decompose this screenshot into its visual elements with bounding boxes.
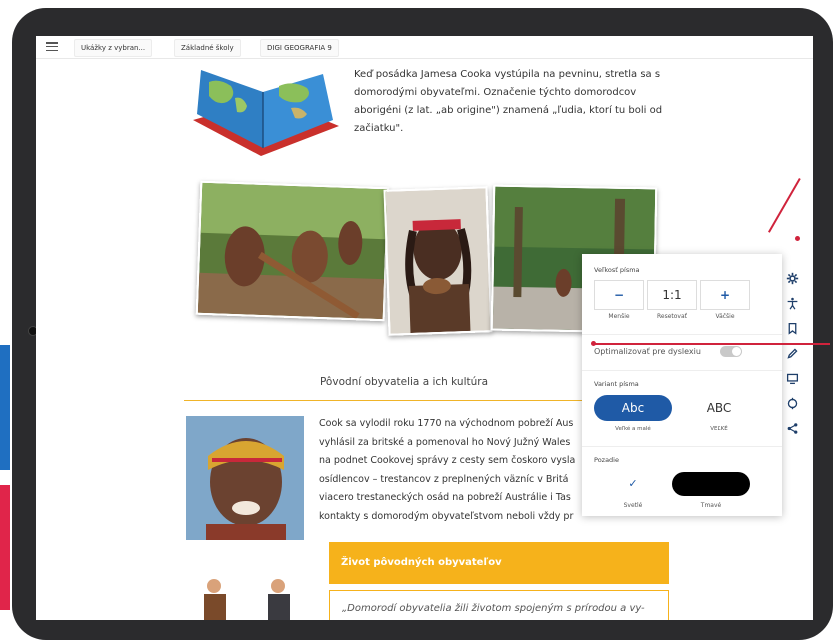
- background-light-button[interactable]: ✓: [594, 472, 672, 496]
- app-screen: Ukážky z vybran... Základné školy DIGI G…: [36, 36, 813, 620]
- variant-mixed-case-button[interactable]: Abc: [594, 395, 672, 421]
- body-line: viacero trestaneckých osád na pobreží Au…: [319, 492, 571, 503]
- accessibility-icon[interactable]: [780, 291, 804, 315]
- tab-digi-geografia[interactable]: DIGI GEOGRAFIA 9: [260, 39, 339, 57]
- body-line: kontakty s domorodým obyvateľstvom nebol…: [319, 510, 574, 522]
- tab-ukazky[interactable]: Ukážky z vybran...: [74, 39, 153, 57]
- panel-divider: [582, 334, 782, 335]
- accessibility-settings-panel: Veľkosť písma − 1:1 + Menšie Resetovať V…: [582, 254, 782, 516]
- page-content: Keď posádka Jamesa Cooka vystúpila na pe…: [36, 58, 813, 620]
- body-line: osídlencov – trestancov z preplnených vä…: [319, 473, 569, 485]
- variant-upper-caption: VEĽKÉ: [710, 426, 728, 432]
- increase-caption: Väčšie: [715, 313, 735, 320]
- background-dark-button[interactable]: [672, 472, 750, 496]
- annotation-line-dyslexia: [595, 343, 830, 345]
- section-title: Pôvodní obyvatelia a ich kultúra: [319, 376, 489, 388]
- decrease-font-button[interactable]: −: [594, 280, 644, 310]
- side-decoration-red: [0, 485, 10, 610]
- toggle-knob: [732, 347, 741, 356]
- panel-divider: [582, 370, 782, 371]
- annotation-dot-dyslexia: [591, 341, 596, 346]
- share-icon[interactable]: [780, 416, 804, 440]
- people-illustration: [204, 579, 290, 620]
- reset-caption: Resetovať: [656, 313, 687, 320]
- gear-icon[interactable]: [780, 266, 804, 290]
- target-icon[interactable]: [780, 391, 804, 415]
- life-section-header[interactable]: Život pôvodných obyvateľov: [329, 542, 669, 584]
- atlas-book-image: [193, 70, 339, 156]
- variant-uppercase-button[interactable]: ABC: [680, 395, 758, 421]
- font-variant-label: Variant písma: [594, 380, 639, 388]
- top-bar: Ukážky z vybran... Základné školy DIGI G…: [36, 36, 813, 59]
- background-dark-caption: Tmavé: [700, 502, 722, 509]
- reset-font-button[interactable]: 1:1: [647, 280, 697, 310]
- photo-man-headband: [383, 186, 493, 336]
- quote-box: „Domorodí obyvatelia žili životom spojen…: [329, 590, 669, 620]
- dyslexia-toggle[interactable]: [720, 346, 742, 357]
- section-divider: [184, 400, 624, 401]
- hamburger-menu-icon[interactable]: [46, 42, 58, 52]
- annotation-dot-gear: [795, 236, 800, 241]
- screen-icon[interactable]: [780, 366, 804, 390]
- body-line: na podnet Cookovej správy z cesty sem čo…: [319, 455, 576, 466]
- decrease-caption: Menšie: [608, 313, 630, 320]
- tab-zakladne-skoly[interactable]: Základné školy: [174, 39, 241, 57]
- variant-mixed-caption: Veľké a malé: [615, 426, 651, 432]
- increase-font-button[interactable]: +: [700, 280, 750, 310]
- photo-aboriginal-woman: [186, 416, 304, 540]
- body-line: Cook sa vylodil roku 1770 na východnom p…: [319, 418, 574, 429]
- section-body: Cook sa vylodil roku 1770 na východnom p…: [319, 415, 619, 526]
- background-label: Pozadie: [594, 456, 619, 464]
- check-icon: ✓: [628, 477, 638, 490]
- intro-paragraph: Keď posádka Jamesa Cooka vystúpila na pe…: [354, 69, 663, 134]
- font-size-label: Veľkosť písma: [594, 266, 640, 274]
- photo-didgeridoo: [195, 180, 390, 322]
- panel-divider: [582, 446, 782, 447]
- bookmark-icon[interactable]: [780, 316, 804, 340]
- side-decoration-blue: [0, 345, 10, 470]
- body-line: vyhlásil za britské a pomenoval ho Nový …: [319, 436, 571, 448]
- background-light-caption: Svetlé: [623, 502, 643, 509]
- dyslexia-label: Optimalizovať pre dyslexiu: [594, 347, 701, 356]
